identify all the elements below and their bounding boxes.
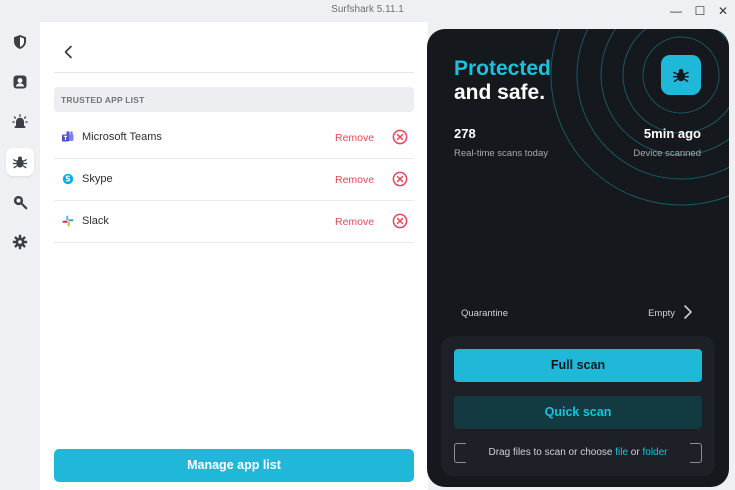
minimize-button[interactable]: — bbox=[665, 1, 687, 21]
drop-zone-text: Drag files to scan or choose bbox=[488, 447, 616, 458]
remove-button[interactable]: Remove bbox=[335, 174, 374, 186]
sidebar-item-vpn[interactable] bbox=[6, 28, 34, 56]
gear-icon bbox=[12, 234, 28, 250]
choose-file-link[interactable]: file bbox=[615, 447, 628, 458]
divider bbox=[54, 72, 414, 73]
remove-button[interactable]: Remove bbox=[335, 132, 374, 144]
app-row-microsoft-teams: Microsoft Teams Remove bbox=[54, 117, 414, 159]
app-name: Slack bbox=[82, 215, 109, 227]
antivirus-status-panel: Protected and safe. 278 Real-time scans … bbox=[427, 29, 729, 487]
antivirus-bug-icon bbox=[12, 156, 28, 169]
last-scan-time: 5min ago bbox=[643, 126, 701, 141]
antivirus-badge bbox=[661, 55, 701, 95]
choose-folder-link[interactable]: folder bbox=[642, 447, 667, 458]
drop-zone-bracket-left bbox=[454, 443, 466, 463]
bug-icon bbox=[672, 68, 690, 83]
sidebar-item-settings[interactable] bbox=[6, 228, 34, 256]
window-title: Surfshark 5.11.1 bbox=[331, 4, 404, 15]
sidebar-item-antivirus[interactable] bbox=[6, 148, 34, 176]
remove-button[interactable]: Remove bbox=[335, 216, 374, 228]
app-name: Skype bbox=[82, 173, 113, 185]
app-name: Microsoft Teams bbox=[82, 131, 162, 143]
quarantine-label[interactable]: Quarantine bbox=[461, 308, 508, 319]
sidebar-item-account[interactable] bbox=[6, 68, 34, 96]
manage-app-list-button[interactable]: Manage app list bbox=[54, 449, 414, 482]
microsoft-teams-icon bbox=[62, 131, 74, 142]
chevron-left-icon bbox=[64, 45, 72, 59]
last-scan-label: Device scanned bbox=[633, 148, 701, 159]
status-headline-highlight: Protected bbox=[454, 57, 551, 80]
file-drop-zone[interactable]: Drag files to scan or choose file or fol… bbox=[454, 443, 702, 463]
remove-circle-icon[interactable] bbox=[392, 213, 408, 229]
trusted-app-list-header: TRUSTED APP LIST bbox=[54, 87, 414, 112]
shield-icon bbox=[14, 35, 26, 49]
trusted-apps-panel: TRUSTED APP LIST Microsoft Teams Remove … bbox=[40, 22, 428, 490]
scans-label: Real-time scans today bbox=[454, 148, 548, 159]
back-button[interactable] bbox=[58, 42, 78, 62]
title-bar: Surfshark 5.11.1 — ☐ ✕ bbox=[0, 0, 735, 22]
remove-circle-icon[interactable] bbox=[392, 129, 408, 145]
sidebar bbox=[0, 22, 40, 490]
search-icon bbox=[13, 195, 28, 210]
drop-zone-or: or bbox=[628, 447, 643, 458]
chevron-right-icon[interactable] bbox=[681, 304, 695, 320]
app-row-slack: Slack Remove bbox=[54, 201, 414, 243]
quick-scan-button[interactable]: Quick scan bbox=[454, 396, 702, 429]
app-row-skype: S Skype Remove bbox=[54, 159, 414, 201]
full-scan-button[interactable]: Full scan bbox=[454, 349, 702, 382]
drop-zone-bracket-right bbox=[690, 443, 702, 463]
slack-icon bbox=[62, 215, 74, 227]
sidebar-item-search[interactable] bbox=[6, 188, 34, 216]
maximize-button[interactable]: ☐ bbox=[689, 1, 711, 21]
remove-circle-icon[interactable] bbox=[392, 171, 408, 187]
scan-actions: Full scan Quick scan Drag files to scan … bbox=[441, 336, 715, 476]
skype-icon: S bbox=[62, 173, 74, 185]
close-button[interactable]: ✕ bbox=[712, 1, 734, 21]
sidebar-item-alert[interactable] bbox=[6, 108, 34, 136]
alert-icon bbox=[12, 114, 28, 128]
scans-count: 278 bbox=[454, 126, 476, 141]
svg-text:S: S bbox=[65, 175, 70, 184]
quarantine-status[interactable]: Empty bbox=[648, 308, 675, 319]
status-headline: and safe. bbox=[454, 81, 546, 104]
user-icon bbox=[13, 75, 27, 89]
